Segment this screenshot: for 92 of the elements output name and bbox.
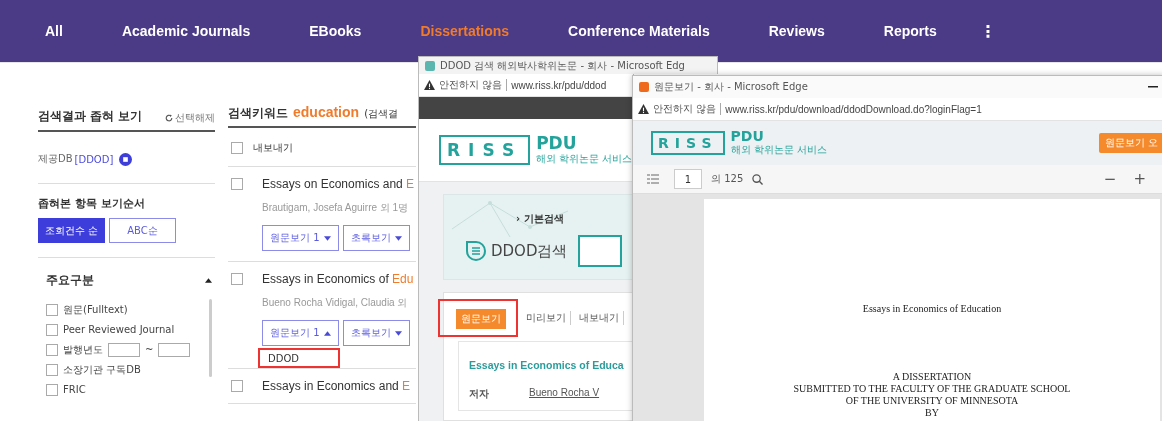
nav-tab[interactable]: Academic Journals xyxy=(121,23,251,39)
search-field[interactable] xyxy=(578,235,623,267)
document-line: OF THE UNIVERSITY OF MINNESOTA xyxy=(845,395,1019,407)
year-field[interactable] xyxy=(158,342,191,357)
option-label: 원문(Fulltext) xyxy=(63,302,128,317)
minimize-icon[interactable] xyxy=(1148,86,1158,88)
checkbox[interactable] xyxy=(46,343,58,356)
document-icon xyxy=(466,241,486,261)
checkbox[interactable] xyxy=(231,178,243,190)
sort-button[interactable]: ABC순 xyxy=(109,218,176,243)
field-label: 저자 xyxy=(469,387,489,401)
sort-title: 좁혀본 항목 보기순서 xyxy=(38,196,146,211)
reset-button[interactable]: 선택해제 xyxy=(165,111,215,125)
page-field[interactable]: 1 xyxy=(674,169,702,189)
option-label: FRIC xyxy=(63,384,86,395)
filter-label: 제공DB xyxy=(38,152,73,166)
collapse-icon[interactable] xyxy=(205,278,212,283)
document-line: A DISSERTATION xyxy=(892,371,972,383)
page-total: 의 125 xyxy=(711,172,744,186)
result-title[interactable]: Essays in Economics and E xyxy=(262,379,411,393)
url-text: www.riss.kr/pdu/download/ddodDownload.do?loginFlag=1 xyxy=(725,103,982,115)
warning-icon xyxy=(424,80,435,90)
caret-icon xyxy=(394,235,402,241)
checkbox[interactable] xyxy=(46,323,58,336)
action-link[interactable]: 미리보기 xyxy=(522,311,571,325)
document-line: SUBMITTED TO THE FACULTY OF THE GRADUATE SCHOOL xyxy=(793,383,1071,395)
nav-tab[interactable]: EBooks xyxy=(309,23,362,39)
keyword-label: 검색키워드 xyxy=(228,105,288,122)
filter-value: [DDOD] xyxy=(74,153,114,165)
page-icon xyxy=(425,60,435,71)
option-label: 발행년도 xyxy=(63,342,103,357)
checkbox[interactable] xyxy=(231,380,243,392)
year-field[interactable] xyxy=(108,342,140,357)
security-label: 안전하지 않음 xyxy=(653,102,717,116)
caret-icon xyxy=(323,235,331,241)
checkbox[interactable] xyxy=(231,273,243,285)
author-link[interactable]: Bueno Rocha V xyxy=(529,387,600,401)
caret-icon xyxy=(323,330,331,336)
caret-icon xyxy=(394,330,402,336)
security-label: 안전하지 않음 xyxy=(439,78,503,92)
checkbox[interactable] xyxy=(46,383,58,396)
remove-filter-icon[interactable] xyxy=(119,152,133,166)
search-tab[interactable]: › 기본검색 xyxy=(516,212,564,226)
sort-button[interactable]: 조회건수 순 xyxy=(38,218,105,243)
nav-tab[interactable]: All xyxy=(45,23,63,39)
riss-logo: RISS xyxy=(651,131,725,155)
option-label: 소장기관 구독DB xyxy=(63,362,141,377)
zoom-out-button[interactable]: − xyxy=(1099,170,1121,188)
logo-tagline: 해외 학위논문 서비스 xyxy=(730,143,827,157)
window-title: 원문보기 - 회사 - Microsoft Edge xyxy=(654,80,808,94)
checkbox[interactable] xyxy=(231,142,243,154)
logo-tagline: 해외 학위논문 서비스 xyxy=(536,151,633,166)
result-title[interactable]: Essays on Economics and E xyxy=(262,177,415,191)
refresh-icon xyxy=(165,114,173,122)
option-label: Peer Reviewed Journal xyxy=(63,324,175,335)
result-note: (검색결 xyxy=(364,107,399,121)
panel-title: 검색결과 좁혀 보기 xyxy=(38,108,143,125)
nav-tab[interactable]: Conference Materials xyxy=(568,23,710,39)
abstract-button[interactable]: 초록보기 xyxy=(342,320,410,346)
author-list: Brautigam, Josefa Aguirre 외 1명 xyxy=(262,201,416,215)
list-icon[interactable] xyxy=(647,174,659,184)
search-icon[interactable] xyxy=(752,173,764,185)
checkbox[interactable] xyxy=(46,363,58,376)
document-title: Essays in Economics of Education xyxy=(862,303,1002,314)
window-title: DDOD 검색 해외박사학위논문 - 회사 - Microsoft Edg xyxy=(440,58,685,73)
abstract-button[interactable]: 초록보기 xyxy=(342,225,410,251)
dropdown-item[interactable]: DDOD xyxy=(258,348,340,368)
author-list: Bueno Rocha Vidigal, Claudia 외 xyxy=(262,296,416,310)
zoom-in-button[interactable]: + xyxy=(1129,170,1150,188)
logo-product: PDU xyxy=(536,134,578,152)
address-bar[interactable]: 안전하지 않음 www.riss.kr/pdu/download/ddodDownload.do?loginFlag=1 xyxy=(633,98,1162,121)
section-title: 주요구분 xyxy=(46,272,94,289)
range-separator: ~ xyxy=(145,344,154,355)
logo-product: PDU xyxy=(730,129,765,143)
result-title[interactable]: Essays in Economics of Edu xyxy=(262,272,414,286)
nav-tab[interactable]: Reports xyxy=(883,23,937,39)
checkbox[interactable] xyxy=(46,303,58,316)
search-title: DDOD검색 xyxy=(491,241,568,261)
record-title: Essays in Economics of Educa xyxy=(469,359,624,371)
fulltext-button[interactable]: 원문보기 1 xyxy=(262,225,339,251)
scrollbar[interactable] xyxy=(209,299,212,377)
nav-tab[interactable]: Reviews xyxy=(768,23,825,39)
url-text: www.riss.kr/pdu/ddod xyxy=(511,79,607,91)
export-label: 내보내기 xyxy=(253,141,293,155)
riss-logo: RISS xyxy=(439,135,531,165)
more-button[interactable]: ⋮ xyxy=(975,21,1000,41)
action-link[interactable]: 내보내기 xyxy=(575,311,624,325)
page-icon xyxy=(639,82,649,92)
search-keyword: education xyxy=(293,104,360,120)
fulltext-button[interactable]: 원문보기 1 xyxy=(262,320,339,346)
document-line: BY xyxy=(925,407,939,419)
warning-icon xyxy=(638,104,649,114)
